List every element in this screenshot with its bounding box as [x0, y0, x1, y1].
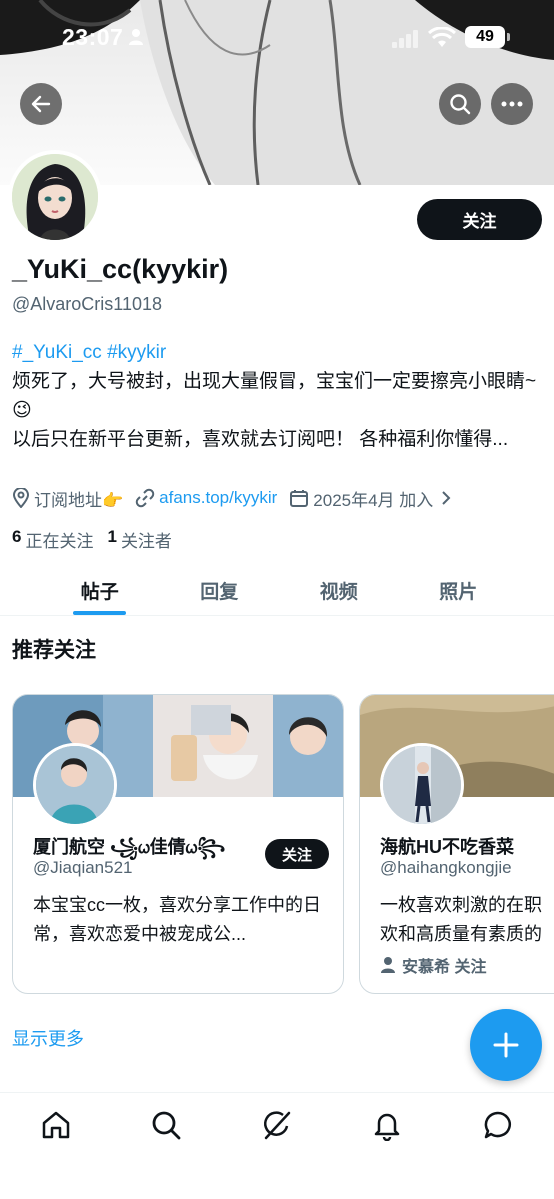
recommend-card[interactable]: 厦门航空 ꧁ᤐ佳倩ᤐ꧂ @Jiaqian521 关注 本宝宝cc一枚，喜欢分享工… [12, 694, 344, 994]
website-link[interactable]: afans.top/kyykir [159, 488, 277, 508]
following-label: 正在关注 [25, 532, 94, 551]
battery-indicator: 49 [465, 26, 510, 48]
home-icon [42, 1111, 70, 1139]
bell-icon [374, 1113, 400, 1142]
card-name[interactable]: 海航HU不吃香菜 [380, 833, 514, 859]
following-stat[interactable]: 6 正在关注 [12, 527, 93, 552]
nav-notifications[interactable] [371, 1109, 403, 1142]
card-handle: @Jiaqian521 [33, 858, 133, 877]
nav-messages[interactable] [482, 1109, 514, 1141]
bio-hashtags[interactable]: #_YuKi_cc #kyykir [12, 338, 542, 367]
following-count: 6 [12, 527, 22, 546]
followed-by-text: 安慕希 关注 [402, 959, 487, 976]
search-icon [152, 1111, 181, 1140]
bottom-navigation [0, 1092, 554, 1199]
card-description: 一枚喜欢刺激的在职 欢和高质量有素质的 [380, 891, 554, 949]
profile-tabs: 帖子 回复 视频 照片 [0, 560, 554, 616]
wifi-icon [427, 26, 457, 54]
recommend-card[interactable]: 海航HU不吃香菜 @haihangkongjie 一枚喜欢刺激的在职 欢和高质量… [359, 694, 554, 994]
card-description-line: 欢和高质量有素质的 [380, 924, 542, 944]
followers-label: 关注者 [120, 532, 172, 551]
follow-stats: 6 正在关注 1 关注者 [12, 527, 186, 552]
profile-bio: #_YuKi_cc #kyykir 烦死了，大号被封，出现大量假冒，宝宝们一定要… [12, 338, 542, 454]
nav-home[interactable] [40, 1109, 72, 1141]
more-options-button[interactable] [491, 83, 533, 125]
followers-count: 1 [107, 527, 117, 546]
recommended-carousel[interactable]: 厦门航空 ꧁ᤐ佳倩ᤐ꧂ @Jiaqian521 关注 本宝宝cc一枚，喜欢分享工… [12, 694, 554, 996]
followers-stat[interactable]: 1 关注者 [107, 527, 171, 552]
nav-search[interactable] [150, 1109, 182, 1141]
link-icon [135, 488, 155, 508]
status-time: 23:07 [62, 24, 124, 50]
display-name: _YuKi_cc(kyykir) [12, 254, 229, 284]
grok-icon [264, 1111, 291, 1140]
joined-date: 2025年4月 加入 [313, 490, 434, 510]
bio-line: 以后只在新平台更新，喜欢就去订阅吧！ 各种福利你懂得... [12, 429, 509, 450]
followed-by: 安慕希 关注 [380, 953, 486, 977]
location-pin-icon [12, 488, 30, 508]
status-bar: 23:07 49 [0, 0, 554, 70]
recommended-title: 推荐关注 [12, 639, 96, 662]
user-handle: @AlvaroCris11018 [12, 294, 163, 314]
card-description: 本宝宝cc一枚，喜欢分享工作中的日常，喜欢恋爱中被宠成公... [33, 895, 321, 944]
profile-meta: 订阅地址👉 afans.top/kyykir 2025年4月 加入 [12, 486, 469, 510]
bio-line: 烦死了，大号被封，出现大量假冒，宝宝们一定要擦亮小眼睛~😉 [12, 371, 537, 421]
chevron-right-icon [442, 491, 451, 505]
tab-replies[interactable]: 回复 [160, 560, 280, 615]
profile-avatar[interactable] [8, 150, 102, 244]
back-button[interactable] [20, 83, 62, 125]
compose-button[interactable] [470, 1009, 542, 1081]
more-icon [501, 101, 523, 107]
card-avatar[interactable] [33, 743, 117, 827]
calendar-icon [290, 490, 309, 507]
card-handle: @haihangkongjie [380, 858, 512, 877]
tab-videos[interactable]: 视频 [279, 560, 399, 615]
message-icon [484, 1111, 511, 1139]
search-button[interactable] [439, 83, 481, 125]
joined-item[interactable]: 2025年4月 加入 [289, 486, 457, 511]
tab-photos[interactable]: 照片 [399, 560, 519, 615]
card-description-line: 一枚喜欢刺激的在职 [380, 895, 542, 915]
follow-button[interactable]: 关注 [417, 199, 542, 240]
plus-icon [493, 1032, 519, 1058]
card-avatar[interactable] [380, 743, 464, 827]
cellular-signal-icon [392, 30, 420, 53]
website-item[interactable]: afans.top/kyykir [135, 488, 277, 508]
arrow-left-icon [31, 95, 51, 113]
person-icon [381, 957, 395, 973]
show-more-link[interactable]: 显示更多 [12, 1025, 84, 1051]
card-follow-button[interactable]: 关注 [265, 839, 329, 869]
location-text: 订阅地址👉 [34, 490, 124, 510]
tab-posts[interactable]: 帖子 [40, 560, 160, 615]
location-item: 订阅地址👉 [12, 486, 123, 511]
search-icon [450, 94, 471, 115]
nav-grok[interactable] [261, 1109, 293, 1141]
person-icon [128, 28, 144, 51]
